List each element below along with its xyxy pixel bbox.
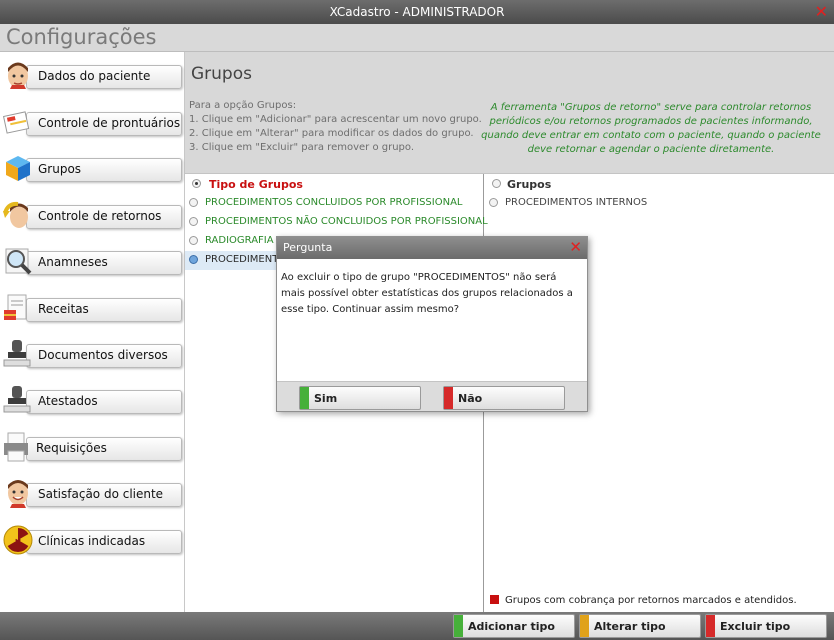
sidebar-item-label: Documentos diversos [38, 348, 168, 362]
button-label: Adicionar tipo [468, 620, 555, 633]
help-note: A ferramenta "Grupos de retorno" serve p… [481, 102, 821, 155]
records-icon [2, 111, 30, 134]
sidebar-item-satisfacao-do-cliente[interactable]: Satisfação do cliente [0, 473, 184, 513]
radio-tipo-de-grupos[interactable] [192, 179, 201, 188]
patient-face-icon [8, 62, 28, 89]
row-radio[interactable] [189, 236, 198, 245]
section-header: Configurações [0, 24, 834, 52]
green-indicator [300, 387, 309, 409]
sidebar-item-clinicas-indicadas[interactable]: Clínicas indicadas [0, 520, 184, 560]
list-item-label: RADIOGRAFIA [205, 235, 274, 246]
window-title: XCadastro - ADMINISTRADOR [329, 5, 505, 19]
green-indicator [454, 615, 463, 637]
sidebar: Dados do paciente Controle de prontuário… [0, 52, 185, 612]
confirm-dialog: Pergunta ✕ Ao excluir o tipo de grupo "P… [276, 236, 588, 412]
orange-indicator [580, 615, 589, 637]
printer-icon [4, 432, 28, 462]
red-indicator [706, 615, 715, 637]
legend-text: Grupos com cobrança por retornos marcado… [505, 595, 797, 606]
instruction-line: 1. Clique em "Adicionar" para acrescenta… [189, 114, 482, 125]
title-bar: XCadastro - ADMINISTRADOR ✕ [0, 0, 834, 24]
sidebar-item-label: Dados do paciente [38, 69, 151, 83]
sidebar-item-label: Clínicas indicadas [38, 534, 146, 548]
yes-button[interactable]: Sim [299, 386, 421, 410]
sidebar-item-atestados[interactable]: Atestados [0, 380, 184, 420]
radio-grupos[interactable] [492, 179, 501, 188]
dialog-footer: Sim Não [277, 381, 587, 411]
info-box: Grupos Para a opção Grupos: 1. Clique em… [185, 52, 834, 174]
button-label: Sim [314, 392, 338, 405]
sidebar-item-documentos-diversos[interactable]: Documentos diversos [0, 334, 184, 374]
legend-red-square [490, 595, 499, 604]
close-icon[interactable]: ✕ [815, 0, 828, 24]
button-label: Excluir tipo [720, 620, 791, 633]
dialog-title: Pergunta [283, 241, 333, 254]
red-indicator [444, 387, 453, 409]
no-button[interactable]: Não [443, 386, 565, 410]
button-label: Alterar tipo [594, 620, 666, 633]
list-item[interactable]: PROCEDIMENTOS NÃO CONCLUIDOS POR PROFISS… [185, 213, 488, 232]
sidebar-item-label: Controle de retornos [38, 209, 162, 223]
dialog-header: Pergunta ✕ [277, 237, 587, 259]
list-item[interactable]: PROCEDIMENTOS INTERNOS [485, 194, 834, 213]
row-radio[interactable] [189, 198, 198, 207]
list-header: Grupos [507, 178, 552, 191]
sidebar-item-label: Anamneses [38, 255, 108, 269]
instruction-line: 2. Clique em "Alterar" para modificar os… [189, 128, 474, 139]
sidebar-item-anamneses[interactable]: Anamneses [0, 241, 184, 281]
instruction-line: 3. Clique em "Excluir" para remover o gr… [189, 142, 415, 153]
sidebar-item-label: Atestados [38, 394, 98, 408]
list-item-label: PROCEDIMENTOS CONCLUIDOS POR PROFISSIONA… [205, 197, 463, 208]
sidebar-item-dados-do-paciente[interactable]: Dados do paciente [0, 55, 184, 95]
add-type-button[interactable]: Adicionar tipo [453, 614, 575, 638]
row-radio[interactable] [489, 198, 498, 207]
sidebar-item-grupos[interactable]: Grupos [0, 148, 184, 188]
edit-type-button[interactable]: Alterar tipo [579, 614, 701, 638]
list-header: Tipo de Grupos [209, 178, 303, 191]
close-icon[interactable]: ✕ [569, 238, 582, 256]
sidebar-item-label: Controle de prontuários [38, 116, 181, 130]
prescription-icon [4, 294, 27, 320]
row-radio[interactable] [189, 255, 198, 264]
stamp-icon [3, 386, 31, 413]
sidebar-item-label: Satisfação do cliente [38, 487, 164, 501]
dialog-message: Ao excluir o tipo de grupo "PROCEDIMENTO… [281, 272, 573, 315]
sidebar-item-controle-de-retornos[interactable]: Controle de retornos [0, 195, 184, 235]
sidebar-item-requisicoes[interactable]: Requisições [0, 427, 184, 467]
sidebar-item-label: Grupos [38, 162, 82, 176]
instructions: Para a opção Grupos: 1. Clique em "Adici… [189, 99, 482, 155]
sidebar-item-controle-de-prontuarios[interactable]: Controle de prontuários [0, 102, 184, 142]
sidebar-item-receitas[interactable]: Receitas [0, 288, 184, 328]
legend: Grupos com cobrança por retornos marcado… [490, 595, 797, 606]
instruction-line: Para a opção Grupos: [189, 100, 297, 111]
list-item[interactable]: PROCEDIMENTOS CONCLUIDOS POR PROFISSIONA… [185, 194, 484, 213]
sidebar-item-label: Receitas [38, 302, 89, 316]
delete-type-button[interactable]: Excluir tipo [705, 614, 827, 638]
return-arrow-icon [3, 201, 28, 228]
list-item-label: PROCEDIMENTOS INTERNOS [505, 197, 648, 208]
sidebar-item-label: Requisições [36, 441, 107, 455]
bottom-toolbar: Adicionar tipo Alterar tipo Excluir tipo [0, 612, 834, 640]
list-item-label: PROCEDIMENTOS NÃO CONCLUIDOS POR PROFISS… [205, 216, 488, 227]
page-title: Configurações [6, 25, 157, 49]
cube-icon [6, 156, 30, 181]
button-label: Não [458, 392, 483, 405]
row-radio[interactable] [189, 217, 198, 226]
radiation-icon [3, 525, 33, 555]
section-heading: Grupos [191, 64, 252, 84]
magnifier-icon [5, 248, 32, 275]
smiling-face-icon [8, 480, 28, 508]
stamp-icon [3, 340, 31, 367]
